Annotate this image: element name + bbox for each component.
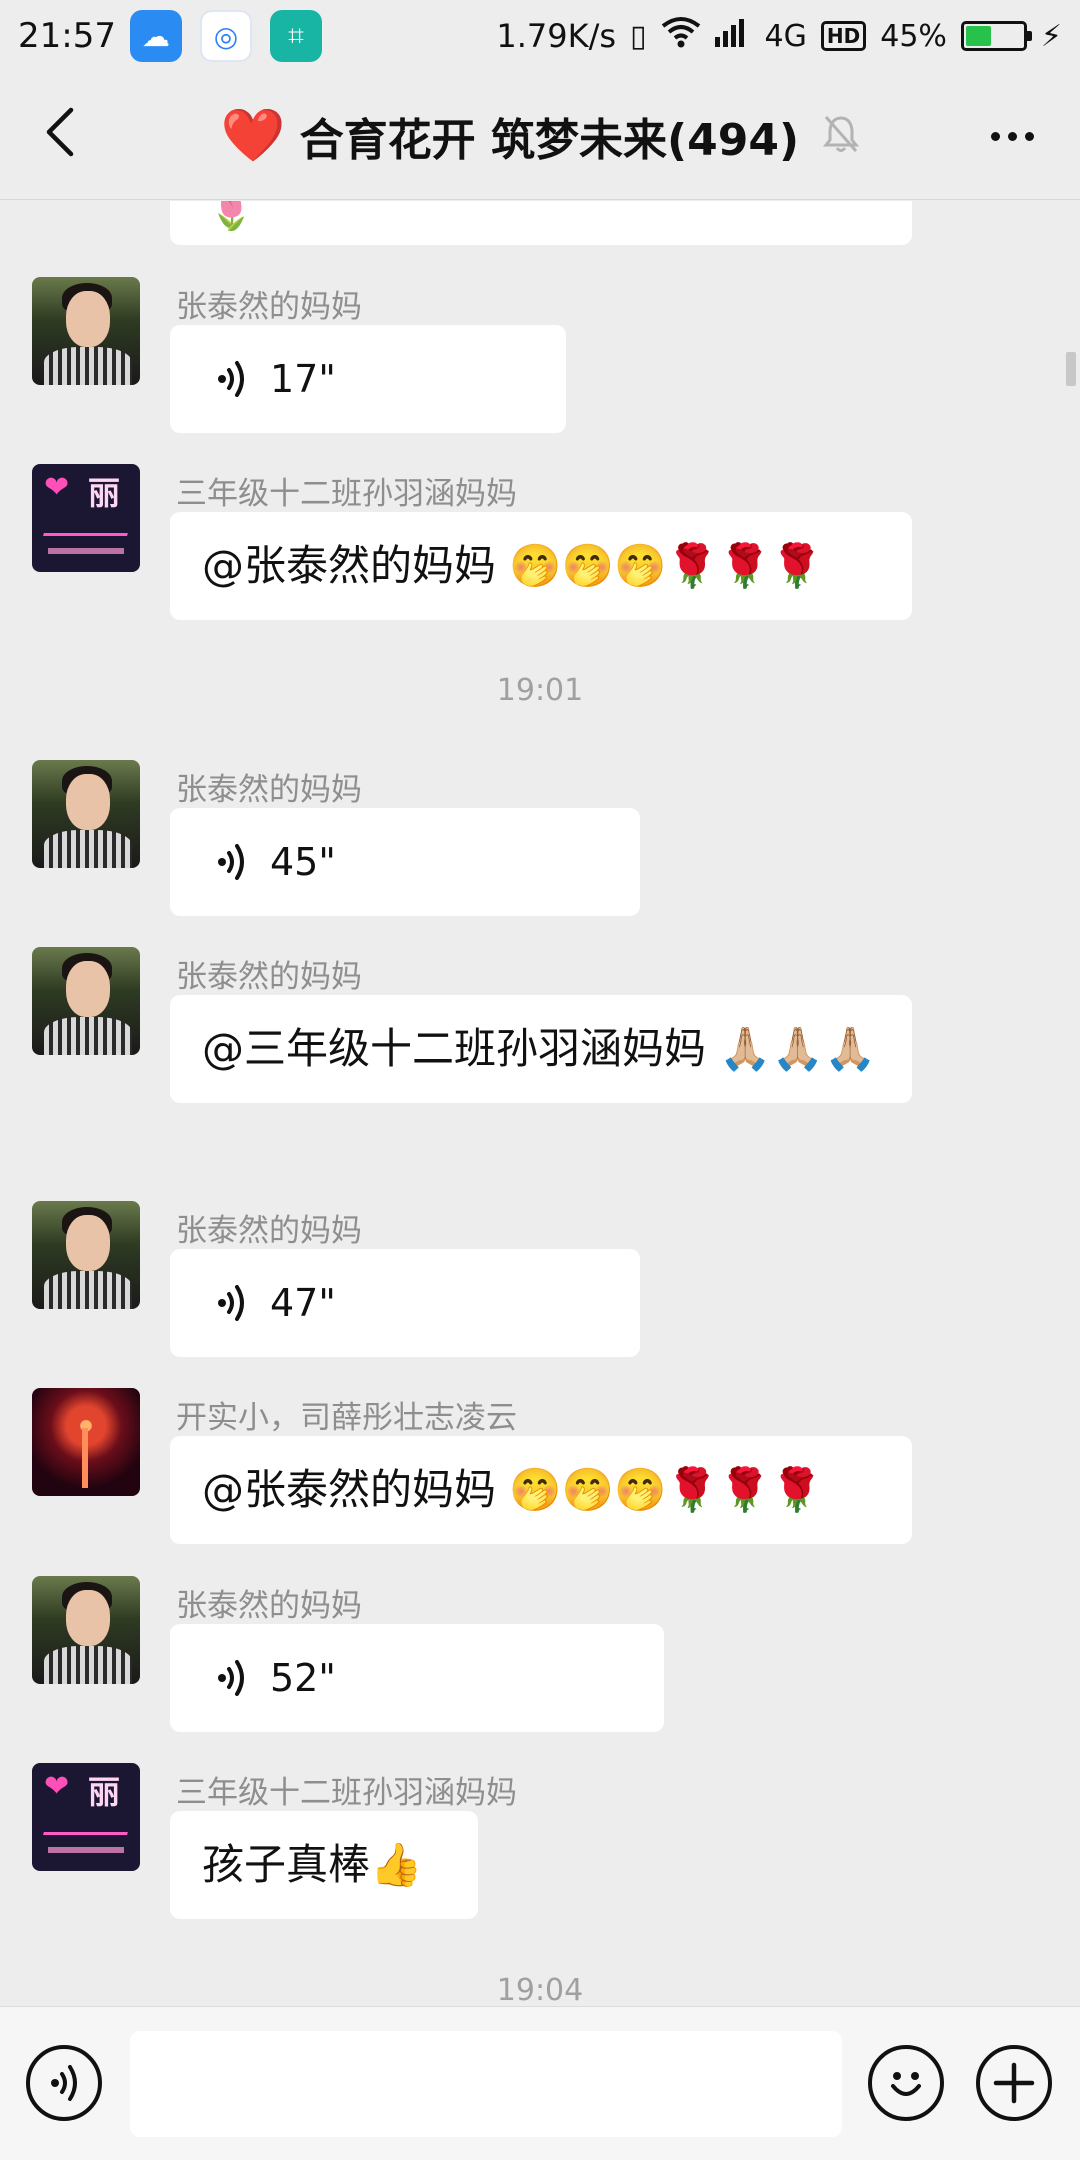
voice-duration: 52" [270, 1656, 336, 1700]
scan-app-icon: ⌗ [269, 10, 322, 62]
status-time: 21:57 [18, 16, 116, 56]
more-button[interactable] [984, 112, 1040, 160]
voice-message-bubble[interactable]: 17" [170, 325, 566, 433]
text-message-bubble[interactable]: @张泰然的妈妈 🤭🤭🤭🌹🌹🌹 [170, 512, 912, 620]
sender-name: 张泰然的妈妈 [176, 772, 362, 808]
avatar[interactable] [32, 947, 140, 1055]
sender-name: 张泰然的妈妈 [176, 959, 362, 995]
message-timestamp: 19:04 [496, 1973, 584, 2006]
battery-icon [960, 21, 1032, 51]
message-row: ❤ 丽 三年级十二班孙羽涵妈妈 @张泰然的妈妈 🤭🤭🤭🌹🌹🌹 [32, 464, 1032, 620]
scrollbar[interactable] [1066, 352, 1076, 386]
message-input[interactable] [130, 2031, 842, 2137]
text-message-bubble[interactable]: @三年级十二班孙羽涵妈妈 🙏🏼🙏🏼🙏🏼 [170, 995, 912, 1103]
message-timestamp: 19:01 [496, 673, 584, 708]
message-row: 张泰然的妈妈 47" [32, 1201, 1032, 1357]
sender-name: 张泰然的妈妈 [176, 289, 362, 325]
avatar[interactable]: ❤ 丽 [32, 1763, 140, 1871]
text-message-bubble[interactable]: @张泰然的妈妈 🤭🤭🤭🌹🌹🌹 [170, 1436, 912, 1544]
voice-wave-icon [216, 1658, 250, 1698]
sender-name: 开实小，司薛彤壮志凌云 [176, 1400, 517, 1436]
more-actions-button[interactable] [976, 2045, 1052, 2121]
voice-wave-icon [216, 359, 250, 399]
battery-level-fill [965, 26, 992, 46]
voice-message-bubble[interactable]: 47" [170, 1249, 640, 1357]
chat-message-list[interactable]: 🌷 张泰然的妈妈 17" ❤ 丽 三年级十二班孙羽涵妈妈 @张泰然的妈妈 🤭🤭🤭🌹… [0, 201, 1080, 2006]
weather-app-icon: ☁ [129, 10, 182, 62]
chat-title-group: ❤️ 合育花开 筑梦未来(494) [0, 72, 1080, 200]
message-text: 孩子真棒👍 [202, 1840, 423, 1889]
wifi-icon [661, 16, 701, 56]
net-speed: 1.79K/s [496, 17, 617, 55]
heart-icon: ❤️ [220, 106, 286, 166]
sender-name: 张泰然的妈妈 [176, 1588, 362, 1624]
browser-app-icon: ◎ [199, 10, 252, 62]
status-indicators: 1.79K/s ▯ 4G HD 45% ⚡ [496, 16, 1062, 56]
voice-wave-icon [216, 1283, 250, 1323]
message-row: 开实小，司薛彤壮志凌云 @张泰然的妈妈 🤭🤭🤭🌹🌹🌹 [32, 1388, 1032, 1544]
voice-duration: 45" [270, 840, 336, 884]
message-row: 张泰然的妈妈 52" [32, 1576, 1032, 1732]
avatar[interactable] [32, 1388, 140, 1496]
plus-icon [993, 2062, 1035, 2104]
message-text: @张泰然的妈妈 🤭🤭🤭🌹🌹🌹 [202, 1465, 824, 1514]
message-row: 张泰然的妈妈 17" [32, 277, 1032, 433]
vibrate-icon: ▯ [630, 18, 647, 54]
emoji-icon [891, 2072, 921, 2096]
chat-title: 合育花开 筑梦未来(494) [299, 115, 800, 166]
voice-message-bubble[interactable]: 52" [170, 1624, 664, 1732]
message-row: 张泰然的妈妈 45" [32, 760, 1032, 916]
chat-header: ❤️ 合育花开 筑梦未来(494) [0, 72, 1080, 200]
avatar[interactable] [32, 277, 140, 385]
message-text: @张泰然的妈妈 🤭🤭🤭🌹🌹🌹 [202, 541, 824, 590]
mute-bell-icon [822, 114, 860, 158]
avatar[interactable] [32, 760, 140, 868]
partial-emoji: 🌷 [210, 201, 253, 233]
more-icon [990, 131, 1000, 141]
status-bar: 21:57 ☁ ◎ ⌗ 1.79K/s ▯ 4G HD 45% ⚡ [0, 0, 1080, 72]
voice-wave-icon [216, 842, 250, 882]
text-message-bubble[interactable]: 孩子真棒👍 [170, 1811, 478, 1919]
sender-name: 张泰然的妈妈 [176, 1213, 362, 1249]
message-bubble-partial[interactable]: 🌷 [170, 201, 912, 245]
network-type: 4G [764, 18, 807, 54]
voice-duration: 47" [270, 1281, 336, 1325]
avatar[interactable] [32, 1201, 140, 1309]
voice-duration: 17" [270, 357, 336, 401]
hd-badge: HD [820, 21, 867, 51]
voice-message-bubble[interactable]: 45" [170, 808, 640, 916]
charging-icon: ⚡ [1040, 18, 1062, 54]
avatar[interactable] [32, 1576, 140, 1684]
sender-name: 三年级十二班孙羽涵妈妈 [176, 476, 517, 512]
sender-name: 三年级十二班孙羽涵妈妈 [176, 1775, 517, 1811]
emoji-button[interactable] [868, 2045, 944, 2121]
signal-icon [714, 17, 751, 55]
voice-wave-icon [51, 2065, 77, 2101]
voice-input-button[interactable] [26, 2045, 102, 2121]
input-bar [0, 2006, 1080, 2160]
battery-percent: 45% [880, 18, 947, 54]
avatar[interactable]: ❤ 丽 [32, 464, 140, 572]
message-row: 张泰然的妈妈 @三年级十二班孙羽涵妈妈 🙏🏼🙏🏼🙏🏼 [32, 947, 1032, 1127]
message-row: ❤ 丽 三年级十二班孙羽涵妈妈 孩子真棒👍 [32, 1763, 1032, 1919]
message-text: @三年级十二班孙羽涵妈妈 🙏🏼🙏🏼🙏🏼 [202, 1024, 877, 1073]
